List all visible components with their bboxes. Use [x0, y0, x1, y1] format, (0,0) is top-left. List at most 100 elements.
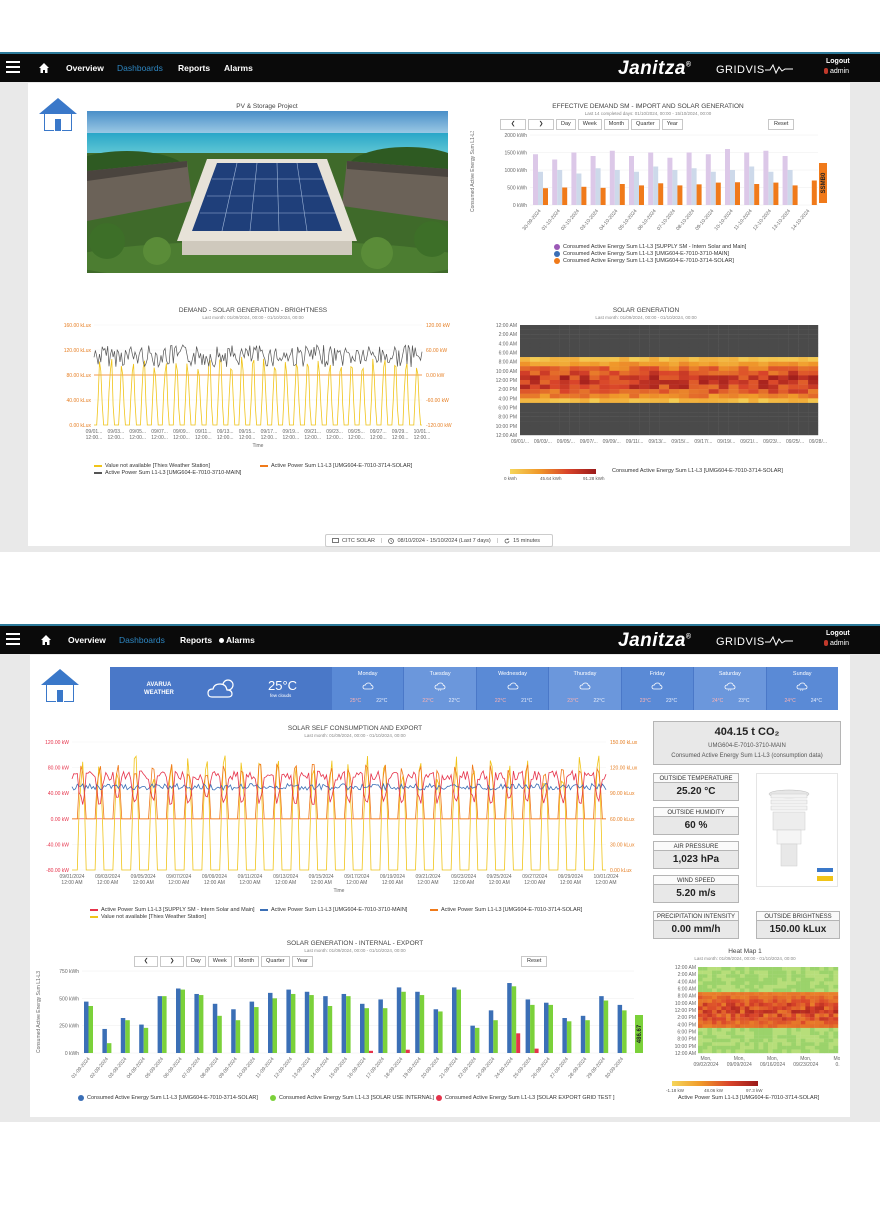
next-period-button[interactable]: ❯ [160, 956, 184, 967]
demand-x-tick: 10-10-2024 [713, 208, 734, 232]
home-tile-icon[interactable] [36, 95, 80, 133]
nav-dashboards[interactable]: Dashboards [119, 635, 165, 645]
heatmap-cell [718, 398, 729, 404]
heatmap-cell [708, 375, 719, 381]
self-legend-2[interactable]: Active Power Sum L1-L3 [UMG604-E-7010-37… [260, 907, 407, 913]
footer-refresh-interval[interactable]: 15 minutes [513, 538, 540, 544]
nav-alarms[interactable]: Alarms [219, 635, 255, 645]
menu-icon[interactable] [6, 61, 20, 73]
year-button[interactable]: Year [661, 119, 683, 130]
heatmap-cell [669, 325, 680, 330]
heatmap-cell [539, 375, 550, 381]
heatmap-cell [698, 352, 709, 358]
heatmap-cell [768, 357, 779, 362]
heatmap-cell [698, 357, 709, 362]
heatmap-cell [786, 1027, 792, 1032]
heatmap-cell [579, 407, 590, 413]
logout-link[interactable]: Logout [826, 630, 850, 637]
heatmap-cell [579, 338, 590, 344]
month-button[interactable]: Month [603, 119, 630, 130]
heatmap-cell [716, 1017, 722, 1021]
brightness-legend-1[interactable]: Value not available [Thies Weather Stati… [94, 463, 210, 469]
heatmap-cell [763, 974, 769, 978]
heatmap-cell [763, 1024, 769, 1029]
quarter-button[interactable]: Quarter [261, 956, 290, 967]
home-tile-icon[interactable] [38, 666, 82, 704]
heatmap-cell [748, 425, 759, 431]
menu-icon[interactable] [6, 633, 20, 645]
next-period-button[interactable]: ❯ [528, 119, 554, 130]
year-button[interactable]: Year [291, 956, 313, 967]
export-legend-1[interactable]: Consumed Active Energy Sum L1-L3 [UMG604… [78, 1095, 258, 1101]
user-menu[interactable]: admin [824, 640, 849, 647]
heatmap-cell [702, 981, 708, 986]
brightness-legend-3[interactable]: Active Power Sum L1-L3 [UMG604-E-7010-37… [94, 470, 241, 476]
heatmap-cell [599, 393, 610, 399]
heatmap-cell [796, 1038, 801, 1043]
home-nav-icon[interactable] [38, 62, 50, 74]
footer-device[interactable]: CITC SOLAR [342, 538, 375, 544]
demand-x-tick: 13-10-2024 [771, 208, 792, 232]
heatmap-cell [814, 1002, 820, 1007]
heatmap-cell [712, 970, 717, 975]
home-nav-icon[interactable] [40, 634, 52, 646]
nav-reports[interactable]: Reports [180, 635, 212, 645]
self-legend-3[interactable]: Active Power Sum L1-L3 [UMG604-E-7010-37… [430, 907, 582, 913]
nav-alarms[interactable]: Alarms [224, 63, 253, 73]
prev-period-button[interactable]: ❮ [500, 119, 526, 130]
heatmap-cell [744, 1049, 750, 1054]
heatmap-cell [721, 999, 727, 1004]
demand-reset-button[interactable]: Reset [768, 119, 795, 130]
heatmap-cell [649, 393, 660, 399]
heatmap-cell [758, 430, 769, 436]
week-button[interactable]: Week [577, 119, 602, 130]
nav-overview[interactable]: Overview [66, 63, 104, 73]
heatmap-cell [599, 366, 610, 372]
user-menu[interactable]: admin [824, 68, 849, 75]
heatmap-cell [730, 1010, 736, 1014]
heatmap-cell [698, 329, 709, 335]
demand-legend-3[interactable]: Consumed Active Energy Sum L1-L3 [UMG604… [554, 258, 734, 264]
quarter-button[interactable]: Quarter [631, 119, 660, 130]
export-legend-3[interactable]: Consumed Active Energy Sum L1-L3 [SOLAR … [436, 1095, 615, 1101]
day-button[interactable]: Day [186, 956, 206, 967]
demand-legend-1[interactable]: Consumed Active Energy Sum L1-L3 [SUPPLY… [554, 244, 746, 250]
heatmap-cell [788, 393, 799, 399]
heatmap-cell [712, 992, 717, 996]
self-legend-1[interactable]: Active Power Sum L1-L3 [SUPPLY SM - Inte… [90, 907, 255, 913]
nav-overview[interactable]: Overview [68, 635, 106, 645]
nav-dashboards[interactable]: Dashboards [117, 63, 163, 73]
heatmap-cell [609, 416, 620, 422]
heatmap-cell [735, 974, 741, 978]
brightness-legend-2[interactable]: Active Power Sum L1-L3 [UMG604-E-7010-37… [260, 463, 412, 469]
heatmap-cell [589, 393, 600, 399]
heatmap-cell [777, 1017, 783, 1021]
heatmap-cell [712, 1002, 717, 1007]
brand-name: Janitza [618, 630, 686, 651]
heatmap-cell [549, 338, 560, 344]
day-button[interactable]: Day [556, 119, 576, 130]
week-button[interactable]: Week [207, 956, 232, 967]
heatmap-cell [819, 1027, 825, 1032]
logout-link[interactable]: Logout [826, 58, 850, 65]
heatmap-cell [721, 1035, 727, 1039]
footer-time-range[interactable]: 08/10/2024 - 15/10/2024 (Last 7 days) [397, 538, 490, 544]
heatmap-cell [828, 999, 834, 1004]
legend-label: Active Power Sum L1-L3 [SUPPLY SM - Inte… [101, 907, 255, 913]
heatmap-cell [721, 1013, 727, 1018]
month-button[interactable]: Month [233, 956, 260, 967]
heatmap-cell [726, 1002, 731, 1007]
export-legend-2[interactable]: Consumed Active Energy Sum L1-L3 [SOLAR … [270, 1095, 434, 1101]
heatmap-cell [716, 1010, 722, 1014]
prev-period-button[interactable]: ❮ [134, 956, 158, 967]
nav-reports[interactable]: Reports [178, 63, 210, 73]
heatmap-cell [698, 1038, 703, 1043]
heatmap-cell [758, 407, 769, 413]
heatmap-cell [748, 384, 759, 390]
bar-solar-generation [580, 1015, 586, 1053]
demand-legend-2[interactable]: Consumed Active Energy Sum L1-L3 [UMG604… [554, 251, 729, 257]
export-reset-button[interactable]: Reset [521, 956, 548, 967]
self-legend-4[interactable]: Value not available [Thies Weather Stati… [90, 914, 206, 920]
heatmap-x-tick: 09/25/... [786, 439, 804, 445]
heatmap-cell [726, 974, 731, 978]
